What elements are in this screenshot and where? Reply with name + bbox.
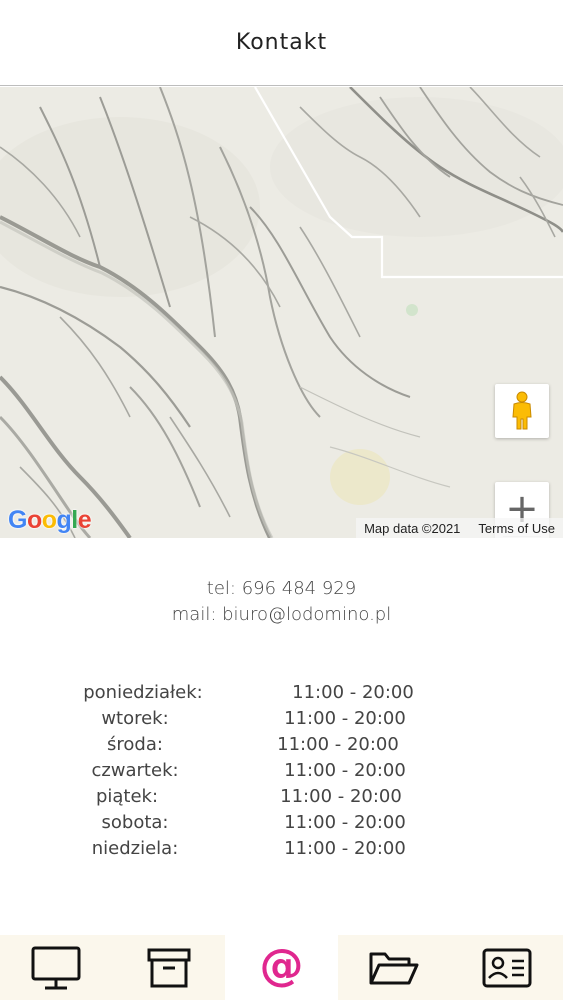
- bottom-navigation: @: [0, 935, 563, 1000]
- nav-item-folder[interactable]: [338, 935, 451, 1000]
- google-map[interactable]: + − Google Map data ©2021 Terms of Use: [0, 87, 563, 538]
- map-data-label: Map data ©2021: [364, 520, 461, 536]
- hours-day: czwartek:: [91, 760, 179, 781]
- hours-day: środa:: [107, 734, 163, 755]
- hours-row: piątek: 11:00 - 20:00: [0, 784, 563, 810]
- email-address[interactable]: mail: biuro@lodomino.pl: [0, 602, 563, 628]
- logo-letter: e: [77, 506, 92, 534]
- pegman-icon: [512, 391, 532, 430]
- page-title: Kontakt: [235, 30, 328, 55]
- hours-row: sobota: 11:00 - 20:00: [0, 810, 563, 836]
- map-attribution: Map data ©2021 Terms of Use: [356, 518, 563, 538]
- nav-item-contact-card[interactable]: [450, 935, 563, 1000]
- hours-day: niedziela:: [91, 838, 179, 859]
- nav-item-archive[interactable]: [113, 935, 226, 1000]
- terms-of-use-link[interactable]: Terms of Use: [478, 521, 555, 536]
- phone-number[interactable]: tel: 696 484 929: [0, 576, 563, 602]
- hours-time: 11:00 - 20:00: [277, 734, 399, 755]
- app-header: Kontakt: [0, 0, 563, 86]
- hours-day: sobota:: [101, 812, 169, 833]
- nav-item-home[interactable]: [0, 935, 113, 1000]
- logo-letter: o: [41, 506, 57, 534]
- hours-row: czwartek: 11:00 - 20:00: [0, 758, 563, 784]
- logo-letter: g: [56, 506, 72, 534]
- archive-box-icon: [147, 948, 191, 987]
- hours-row: wtorek: 11:00 - 20:00: [0, 706, 563, 732]
- contact-info: tel: 696 484 929 mail: biuro@lodomino.pl: [0, 576, 563, 628]
- hours-row: środa: 11:00 - 20:00: [0, 732, 563, 758]
- hours-day: piątek:: [95, 786, 159, 807]
- at-sign-icon: @: [259, 939, 304, 991]
- logo-letter: o: [26, 506, 42, 534]
- street-view-pegman[interactable]: [495, 384, 549, 438]
- hours-time: 11:00 - 20:00: [292, 682, 414, 703]
- opening-hours: poniedziałek: 11:00 - 20:00 wtorek: 11:0…: [0, 680, 563, 862]
- hours-day: wtorek:: [101, 708, 169, 729]
- hours-row: niedziela: 11:00 - 20:00: [0, 836, 563, 862]
- hours-time: 11:00 - 20:00: [284, 760, 406, 781]
- hours-time: 11:00 - 20:00: [284, 838, 406, 859]
- hours-day: poniedziałek:: [83, 682, 203, 703]
- folder-open-icon: [369, 952, 419, 984]
- hours-time: 11:00 - 20:00: [284, 812, 406, 833]
- logo-letter: G: [8, 506, 27, 534]
- monitor-icon: [31, 946, 81, 989]
- map-terrain[interactable]: [0, 87, 563, 538]
- hours-row: poniedziałek: 11:00 - 20:00: [0, 680, 563, 706]
- contact-card-icon: [482, 948, 532, 987]
- hours-time: 11:00 - 20:00: [284, 708, 406, 729]
- nav-item-contact[interactable]: @: [225, 935, 338, 1000]
- google-logo: Google: [8, 506, 92, 535]
- hours-time: 11:00 - 20:00: [280, 786, 402, 807]
